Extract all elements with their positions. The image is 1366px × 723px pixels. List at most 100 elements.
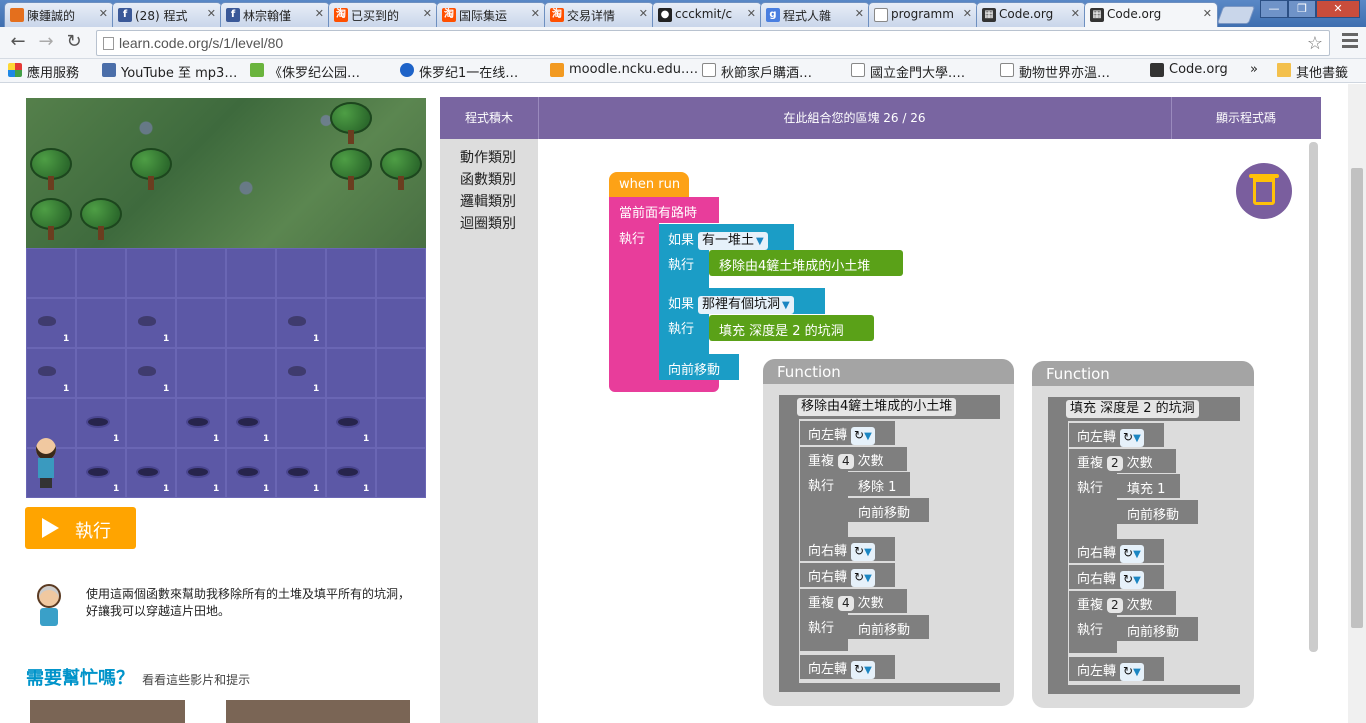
rotate-dropdown[interactable]: ↻▼ bbox=[851, 543, 875, 561]
reload-icon[interactable]: ↻ bbox=[62, 31, 86, 55]
bookmark-item[interactable]: 秋節家戶購酒… bbox=[702, 62, 812, 81]
video-thumbnail[interactable] bbox=[30, 700, 185, 723]
while-block[interactable]: 當前面有路時 bbox=[609, 197, 719, 223]
forward-icon[interactable]: → bbox=[34, 31, 58, 55]
category-actions[interactable]: 動作類別 bbox=[440, 147, 516, 169]
function-def-block[interactable]: 填充 深度是 2 的坑洞 bbox=[1048, 397, 1240, 421]
turn-left-block[interactable]: 向左轉 ↻▼ bbox=[800, 655, 895, 679]
close-icon[interactable]: ✕ bbox=[963, 7, 972, 20]
browser-tab[interactable]: 淘 已买到的 ✕ bbox=[328, 2, 438, 27]
browser-tab[interactable]: f (28) 程式 ✕ bbox=[112, 2, 222, 27]
close-icon[interactable]: ✕ bbox=[315, 7, 324, 20]
turn-left-block[interactable]: 向左轉 ↻▼ bbox=[1069, 657, 1164, 681]
turn-right-block[interactable]: 向右轉 ↻▼ bbox=[800, 563, 895, 587]
condition-dropdown[interactable]: 有一堆土 ▼ bbox=[698, 232, 768, 250]
browser-tab-active[interactable]: ▦ Code.org ✕ bbox=[1084, 2, 1218, 27]
turn-right-block[interactable]: 向右轉 ↻▼ bbox=[1069, 565, 1164, 589]
repeat-block[interactable]: 重複 4 次數 bbox=[800, 447, 907, 471]
browser-tab[interactable]: 淘 国际集运 ✕ bbox=[436, 2, 546, 27]
page-scrollbar[interactable] bbox=[1348, 84, 1366, 723]
close-icon[interactable]: ✕ bbox=[855, 7, 864, 20]
close-icon[interactable]: ✕ bbox=[1203, 7, 1212, 20]
minimize-icon[interactable]: — bbox=[1260, 0, 1288, 18]
move-forward-block[interactable]: 向前移動 bbox=[848, 498, 929, 522]
bookmark-star-icon[interactable]: ☆ bbox=[1307, 33, 1323, 54]
call-remove-block[interactable]: 移除由4鏟土堆成的小土堆 bbox=[709, 250, 903, 276]
category-functions[interactable]: 函數類別 bbox=[440, 169, 516, 191]
close-icon[interactable]: ✕ bbox=[747, 7, 756, 20]
page-icon bbox=[702, 63, 716, 77]
bookmark-item[interactable]: 侏罗纪1一在线… bbox=[400, 62, 518, 81]
function-def-block[interactable]: 移除由4鏟土堆成的小土堆 bbox=[779, 395, 1000, 419]
rotate-dropdown[interactable]: ↻▼ bbox=[1120, 429, 1144, 447]
close-icon[interactable]: ✕ bbox=[423, 7, 432, 20]
if-block[interactable]: 如果 有一堆土 ▼ bbox=[659, 224, 794, 250]
new-tab-button[interactable] bbox=[1216, 6, 1256, 24]
close-icon[interactable]: ✕ bbox=[99, 7, 108, 20]
bookmark-item[interactable]: 其他書籤 bbox=[1277, 62, 1348, 81]
tree bbox=[380, 148, 422, 192]
menu-icon[interactable] bbox=[1342, 33, 1358, 51]
bookmark-item[interactable]: 《侏罗纪公园… bbox=[250, 62, 360, 81]
repeat-block[interactable]: 重複 2 次數 bbox=[1069, 591, 1176, 615]
turn-right-block[interactable]: 向右轉 ↻▼ bbox=[1069, 539, 1164, 563]
browser-tab[interactable]: f 林宗翰僅 ✕ bbox=[220, 2, 330, 27]
function-name[interactable]: 移除由4鏟土堆成的小土堆 bbox=[797, 398, 957, 416]
move-forward-block[interactable]: 向前移動 bbox=[1117, 617, 1198, 641]
repeat-count[interactable]: 2 bbox=[1107, 456, 1123, 471]
turn-left-block[interactable]: 向左轉 ↻▼ bbox=[1069, 423, 1164, 447]
repeat-count[interactable]: 4 bbox=[838, 454, 854, 469]
fill-block[interactable]: 填充 1 bbox=[1117, 474, 1180, 498]
category-loops[interactable]: 迴圈類別 bbox=[440, 213, 516, 235]
bookmark-item[interactable]: YouTube 至 mp3… bbox=[102, 62, 237, 81]
bookmark-item[interactable]: 應用服務 bbox=[8, 62, 79, 81]
rotate-dropdown[interactable]: ↻▼ bbox=[851, 427, 875, 445]
close-icon[interactable]: ✕ bbox=[531, 7, 540, 20]
rotate-dropdown[interactable]: ↻▼ bbox=[1120, 663, 1144, 681]
close-icon[interactable]: ✕ bbox=[207, 7, 216, 20]
remove-block[interactable]: 移除 1 bbox=[848, 472, 910, 496]
bookmark-item[interactable]: 動物世界亦溫… bbox=[1000, 62, 1110, 81]
repeat-count[interactable]: 4 bbox=[838, 596, 854, 611]
address-bar[interactable]: learn.code.org/s/1/level/80 ☆ bbox=[96, 30, 1330, 56]
rotate-dropdown[interactable]: ↻▼ bbox=[851, 661, 875, 679]
bookmark-item[interactable]: moodle.ncku.edu.… bbox=[550, 62, 698, 77]
repeat-block[interactable]: 重複 2 次數 bbox=[1069, 449, 1176, 473]
video-thumbnail[interactable] bbox=[226, 700, 410, 723]
run-button[interactable]: 執行 bbox=[25, 507, 136, 549]
close-icon[interactable]: ✕ bbox=[639, 7, 648, 20]
browser-tab[interactable]: g 程式人雜 ✕ bbox=[760, 2, 870, 27]
browser-tab[interactable]: 淘 交易详情 ✕ bbox=[544, 2, 654, 27]
back-icon[interactable]: ← bbox=[6, 31, 30, 55]
browser-tab[interactable]: ● ccckmit/c ✕ bbox=[652, 2, 762, 27]
if-block[interactable]: 如果 那裡有個坑洞 ▼ bbox=[659, 288, 825, 314]
action-label: 移除 1 bbox=[858, 480, 897, 495]
trash-icon[interactable] bbox=[1236, 163, 1292, 219]
browser-tab[interactable]: 陳鍾誠的 ✕ bbox=[4, 2, 114, 27]
function-name[interactable]: 填充 深度是 2 的坑洞 bbox=[1066, 400, 1199, 418]
restore-icon[interactable]: ❐ bbox=[1288, 0, 1316, 18]
window-close-icon[interactable]: ✕ bbox=[1316, 0, 1360, 18]
move-forward-block[interactable]: 向前移動 bbox=[1117, 500, 1198, 524]
rotate-dropdown[interactable]: ↻▼ bbox=[851, 569, 875, 587]
browser-tab[interactable]: ▦ Code.org ✕ bbox=[976, 2, 1086, 27]
rotate-dropdown[interactable]: ↻▼ bbox=[1120, 571, 1144, 589]
rotate-dropdown[interactable]: ↻▼ bbox=[1120, 545, 1144, 563]
browser-tab[interactable]: programm ✕ bbox=[868, 2, 978, 27]
call-fill-block[interactable]: 填充 深度是 2 的坑洞 bbox=[709, 315, 874, 341]
repeat-count[interactable]: 2 bbox=[1107, 598, 1123, 613]
workspace-scrollbar[interactable] bbox=[1309, 142, 1318, 652]
turn-right-block[interactable]: 向右轉 ↻▼ bbox=[800, 537, 895, 561]
when-run-block[interactable]: when run bbox=[609, 172, 689, 197]
close-icon[interactable]: ✕ bbox=[1071, 7, 1080, 20]
move-forward-block[interactable]: 向前移動 bbox=[848, 615, 929, 639]
move-forward-block[interactable]: 向前移動 bbox=[659, 354, 739, 380]
condition-dropdown[interactable]: 那裡有個坑洞 ▼ bbox=[698, 296, 794, 314]
bookmark-overflow[interactable]: » bbox=[1250, 62, 1258, 77]
repeat-block[interactable]: 重複 4 次數 bbox=[800, 589, 907, 613]
show-code-button[interactable]: 顯示程式碼 bbox=[1171, 97, 1321, 139]
bookmark-item[interactable]: Code.org bbox=[1150, 62, 1228, 77]
turn-left-block[interactable]: 向左轉 ↻▼ bbox=[800, 421, 895, 445]
category-logic[interactable]: 邏輯類別 bbox=[440, 191, 516, 213]
bookmark-item[interactable]: 國立金門大學.… bbox=[851, 62, 965, 81]
